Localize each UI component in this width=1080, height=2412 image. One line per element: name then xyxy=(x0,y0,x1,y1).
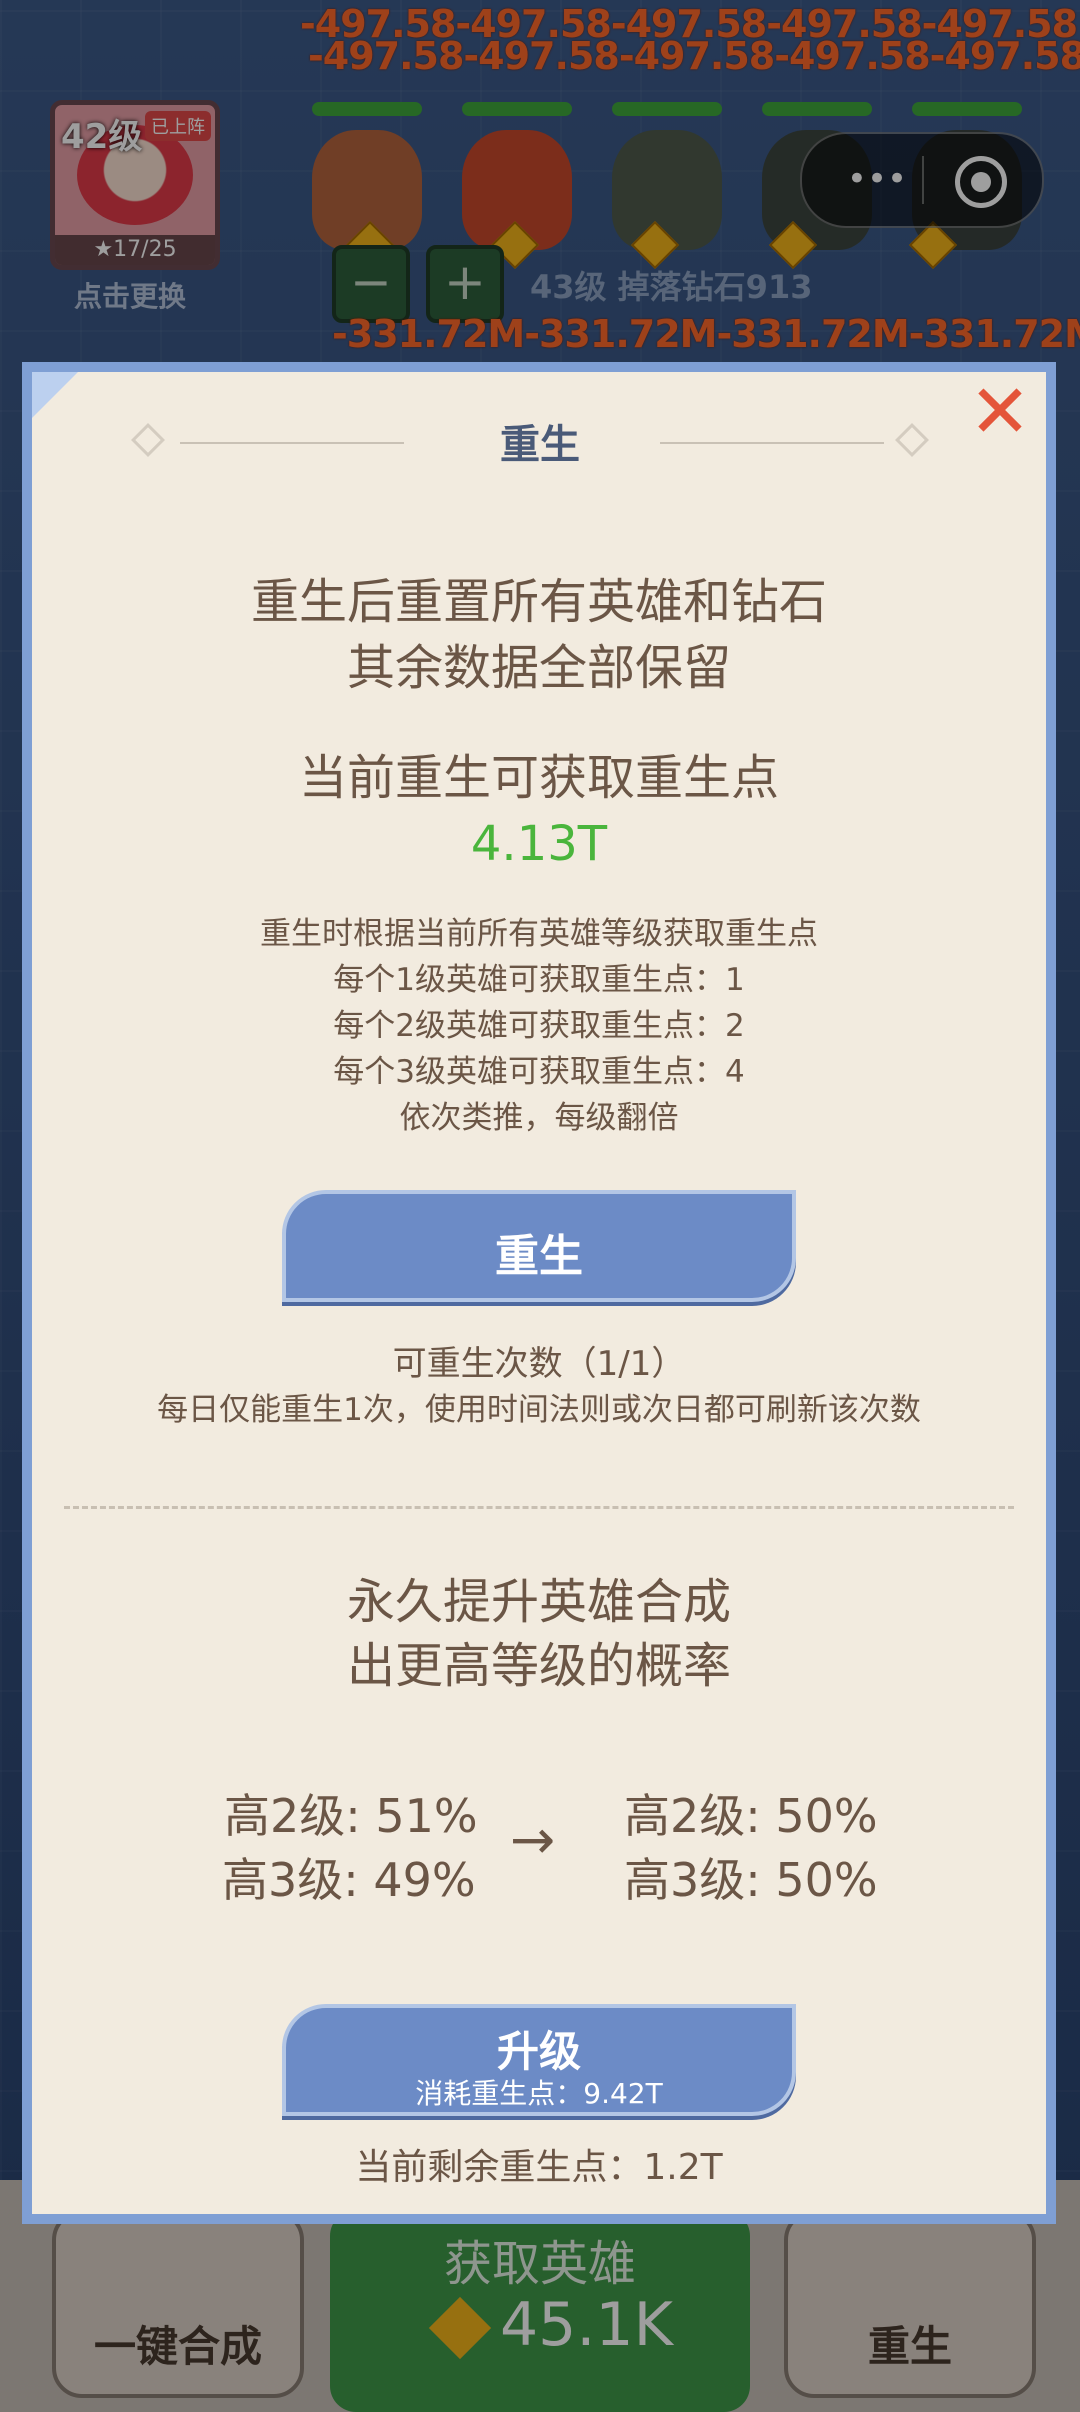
rule-line: 重生时根据当前所有英雄等级获取重生点 xyxy=(260,916,818,952)
rebirth-note: 每日仅能重生1次，使用时间法则或次日都可刷新该次数 xyxy=(157,1392,921,1428)
rule-line: 每个2级英雄可获取重生点：2 xyxy=(333,1008,745,1044)
next-high2-probability: 高2级: 50% xyxy=(624,1789,878,1843)
upgrade-title-line1: 永久提升英雄合成 xyxy=(346,1574,731,1630)
arrow-icon: → xyxy=(510,1808,556,1871)
points-value: 4.13T xyxy=(470,816,608,872)
close-button[interactable]: ✕ xyxy=(968,375,1032,449)
upgrade-cost: 消耗重生点：9.42T xyxy=(415,2077,663,2110)
upgrade-button-label: 升级 xyxy=(496,2027,581,2076)
upgrade-title-line2: 出更高等级的概率 xyxy=(346,1638,731,1694)
current-high2-probability: 高2级: 51% xyxy=(224,1789,478,1843)
rule-line: 每个3级英雄可获取重生点：4 xyxy=(333,1054,745,1090)
reset-description-line1: 重生后重置所有英雄和钻石 xyxy=(250,574,827,630)
points-label: 当前重生可获取重生点 xyxy=(298,750,779,806)
section-divider xyxy=(64,1506,1014,1509)
next-high3-probability: 高3级: 50% xyxy=(624,1853,878,1907)
rebirth-button-label: 重生 xyxy=(495,1231,583,1282)
rebirth-count: 可重生次数（1/1） xyxy=(392,1344,686,1384)
current-high3-probability: 高3级: 49% xyxy=(222,1853,476,1907)
rule-line: 每个1级英雄可获取重生点：1 xyxy=(333,962,745,998)
upgrade-button[interactable]: 升级 消耗重生点：9.42T xyxy=(282,2004,796,2116)
title-line-right xyxy=(660,442,884,444)
rule-line: 依次类推，每级翻倍 xyxy=(399,1100,679,1136)
reset-description-line2: 其余数据全部保留 xyxy=(346,640,731,696)
remaining-points: 当前剩余重生点：1.2T xyxy=(355,2147,723,2188)
rebirth-button[interactable]: 重生 xyxy=(282,1190,796,1302)
